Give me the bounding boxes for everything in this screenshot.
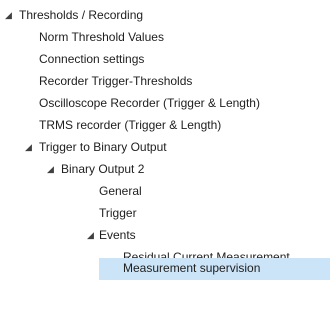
tree-node-label: Trigger to Binary Output: [39, 140, 167, 154]
tree-node-label: Binary Output 2: [61, 162, 145, 176]
tree-node-label: Oscilloscope Recorder (Trigger & Length): [39, 96, 260, 110]
tree-node-connection-settings[interactable]: Connection settings: [0, 48, 332, 70]
tree-node-label: Norm Threshold Values: [39, 30, 164, 44]
tree-node-binary-output-2[interactable]: ◢ Binary Output 2: [0, 158, 332, 180]
tree-node-label: General: [99, 184, 142, 198]
tree-node-norm-threshold-values[interactable]: Norm Threshold Values: [0, 26, 332, 48]
tree-node-label: Trigger: [99, 206, 137, 220]
tree-node-label: TRMS recorder (Trigger & Length): [39, 118, 222, 132]
tree-node-oscilloscope-recorder[interactable]: Oscilloscope Recorder (Trigger & Length): [0, 92, 332, 114]
tree-node-label: Measurement supervision: [123, 261, 261, 275]
settings-tree: ◢ Thresholds / Recording Norm Threshold …: [0, 0, 332, 309]
tree-node-label: Events: [99, 228, 136, 242]
tree-node-label: Connection settings: [39, 52, 145, 66]
tree-node-label: Thresholds / Recording: [19, 8, 144, 22]
tree-node-thresholds-recording[interactable]: ◢ Thresholds / Recording: [0, 4, 332, 26]
tree-node-general[interactable]: General: [0, 180, 332, 202]
tree-node-label: Recorder Trigger-Thresholds: [39, 74, 193, 88]
collapse-arrow-icon[interactable]: ◢: [47, 158, 59, 180]
tree-node-recorder-trigger-thresholds[interactable]: Recorder Trigger-Thresholds: [0, 70, 332, 92]
collapse-arrow-icon[interactable]: ◢: [5, 4, 17, 26]
tree-node-trms-recorder[interactable]: TRMS recorder (Trigger & Length): [0, 114, 332, 136]
tree-node-trigger[interactable]: Trigger: [0, 202, 332, 224]
tree-node-trigger-to-binary-output[interactable]: ◢ Trigger to Binary Output: [0, 136, 332, 158]
tree-node-measurement-supervision[interactable]: Measurement supervision: [99, 258, 330, 280]
collapse-arrow-icon[interactable]: ◢: [87, 224, 99, 246]
collapse-arrow-icon[interactable]: ◢: [25, 136, 37, 158]
tree-node-events[interactable]: ◢ Events: [0, 224, 332, 246]
